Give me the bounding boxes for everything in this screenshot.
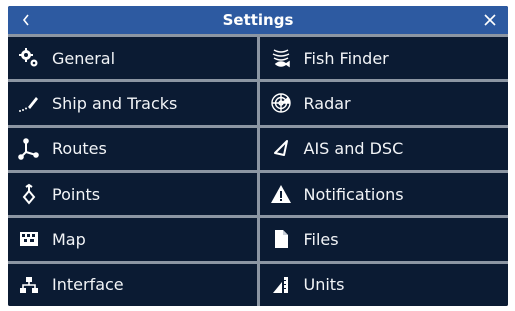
settings-panel: Settings General Fish Finder Ship and Tr… bbox=[8, 6, 508, 306]
interface-icon bbox=[18, 274, 40, 296]
menu-item-label: Map bbox=[52, 229, 86, 249]
warning-icon bbox=[270, 183, 292, 205]
menu-item-map[interactable]: Map bbox=[8, 218, 257, 261]
menu-item-ais-and-dsc[interactable]: AIS and DSC bbox=[259, 127, 508, 170]
close-icon bbox=[484, 14, 496, 26]
menu-item-label: Radar bbox=[303, 93, 351, 113]
ais-icon bbox=[270, 138, 292, 160]
menu-item-label: Interface bbox=[52, 275, 124, 295]
units-icon bbox=[270, 274, 292, 296]
menu-item-label: AIS and DSC bbox=[303, 139, 404, 159]
fish-finder-icon bbox=[270, 47, 292, 69]
menu-item-interface[interactable]: Interface bbox=[8, 263, 257, 306]
menu-item-label: General bbox=[52, 48, 116, 68]
gears-icon bbox=[18, 47, 40, 69]
menu-item-label: Ship and Tracks bbox=[52, 93, 178, 113]
page-title: Settings bbox=[222, 11, 294, 29]
menu-item-ship-and-tracks[interactable]: Ship and Tracks bbox=[8, 82, 257, 125]
settings-menu-grid: General Fish Finder Ship and Tracks Rada… bbox=[8, 34, 508, 306]
menu-item-fish-finder[interactable]: Fish Finder bbox=[259, 37, 508, 80]
menu-item-notifications[interactable]: Notifications bbox=[259, 172, 508, 216]
menu-item-points[interactable]: Points bbox=[8, 172, 257, 216]
menu-item-units[interactable]: Units bbox=[259, 263, 508, 306]
title-bar: Settings bbox=[8, 6, 508, 34]
routes-icon bbox=[18, 138, 40, 160]
menu-item-radar[interactable]: Radar bbox=[259, 82, 508, 125]
radar-icon bbox=[270, 92, 292, 114]
ship-track-icon bbox=[18, 92, 40, 114]
menu-item-label: Units bbox=[303, 275, 345, 295]
menu-item-label: Notifications bbox=[303, 184, 404, 204]
map-icon bbox=[18, 228, 40, 250]
close-button[interactable] bbox=[472, 6, 508, 34]
menu-item-label: Points bbox=[52, 184, 101, 204]
points-icon bbox=[18, 183, 40, 205]
file-icon bbox=[270, 228, 292, 250]
menu-item-label: Fish Finder bbox=[303, 48, 389, 68]
menu-item-general[interactable]: General bbox=[8, 37, 257, 80]
menu-item-label: Files bbox=[303, 229, 339, 249]
menu-item-label: Routes bbox=[52, 139, 107, 159]
menu-item-routes[interactable]: Routes bbox=[8, 127, 257, 170]
menu-item-files[interactable]: Files bbox=[259, 218, 508, 261]
